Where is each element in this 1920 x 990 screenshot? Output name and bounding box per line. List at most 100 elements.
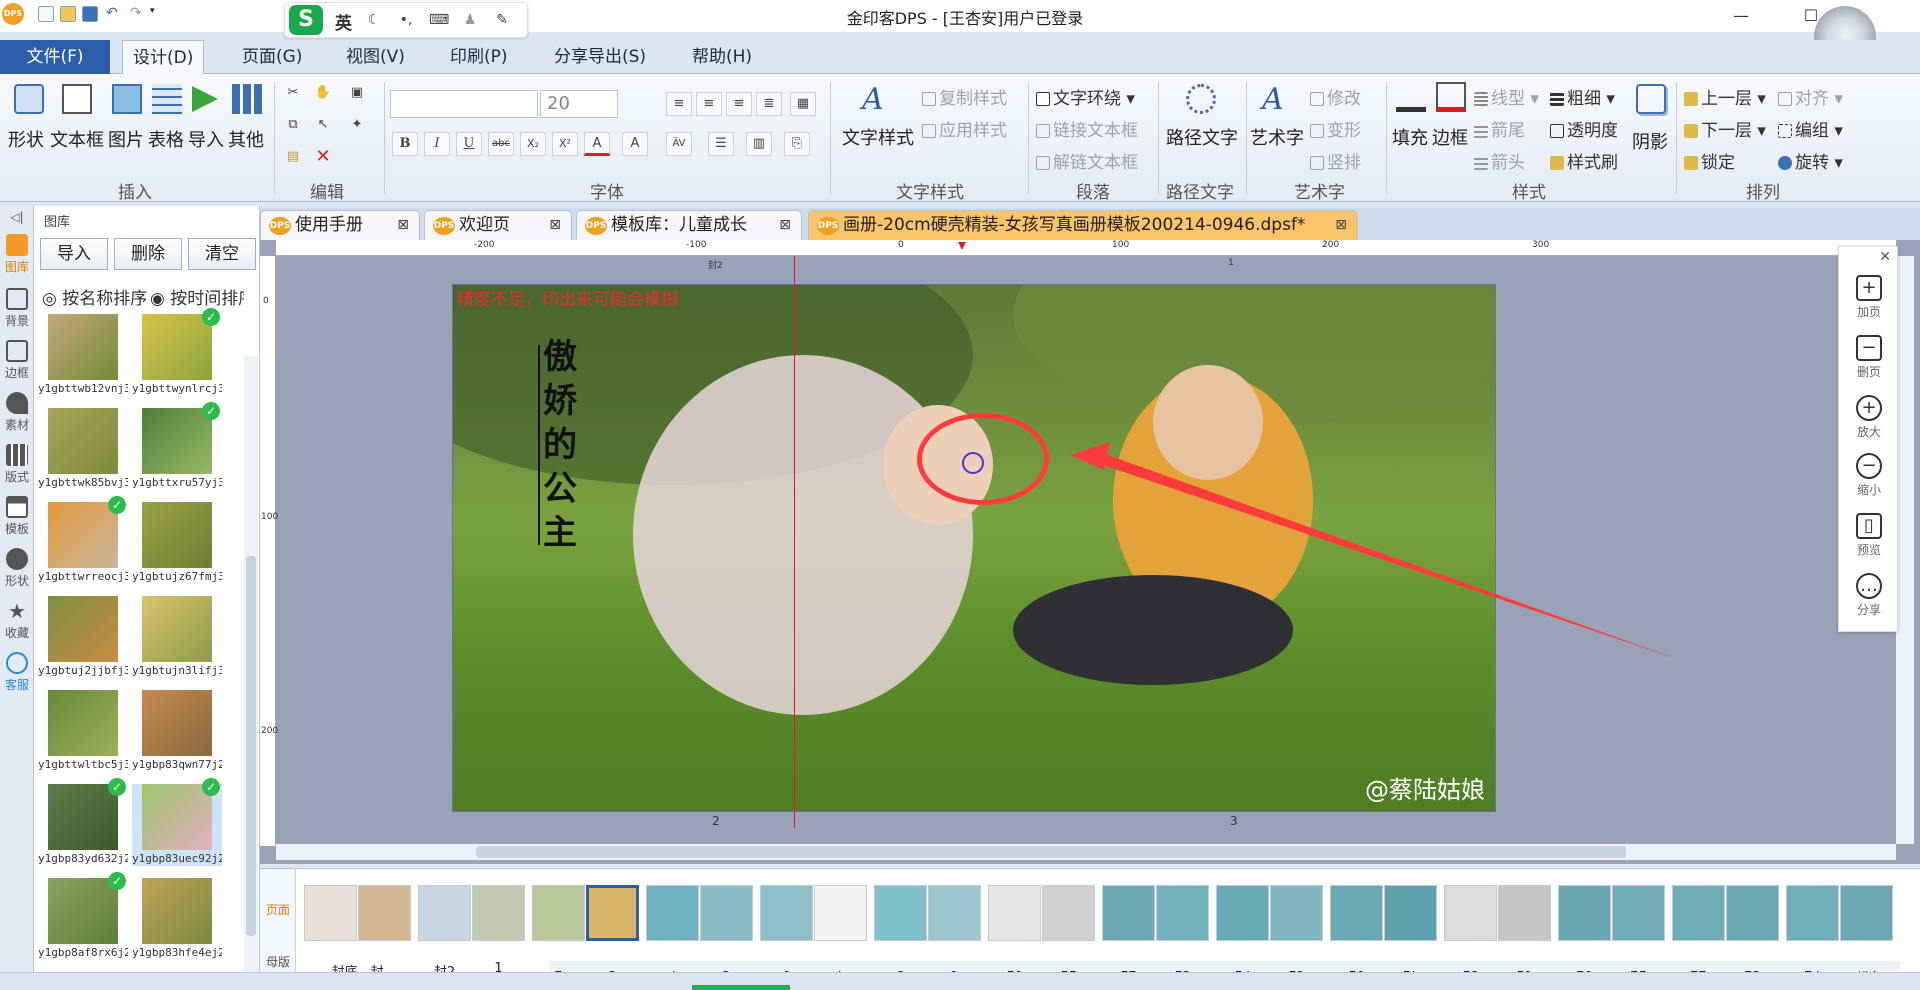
save-icon[interactable] — [82, 6, 98, 22]
page-thumb-right[interactable] — [358, 885, 411, 941]
sort-by-time-radio[interactable]: ◉ 按时间排序 — [150, 284, 244, 309]
insert-shape-button[interactable]: 形状 — [8, 126, 44, 152]
deform-button[interactable]: 变形 — [1310, 116, 1361, 141]
shape-icon[interactable] — [14, 84, 44, 114]
page-thumb-left[interactable] — [646, 885, 699, 941]
fill-button[interactable]: 填充 — [1392, 124, 1428, 150]
preview-button[interactable]: ▯ 预览 — [1839, 513, 1899, 558]
spread-thumbnail[interactable]: 89 — [874, 885, 982, 976]
tab-template-library[interactable]: DPS 模板库：儿童成长 ⊠ — [576, 210, 802, 240]
close-icon[interactable]: ⊠ — [1335, 211, 1347, 239]
columns-icon[interactable]: ▥ — [746, 132, 772, 156]
new-file-icon[interactable] — [38, 6, 54, 22]
rail-shape[interactable]: 形状 — [0, 548, 34, 589]
bold-button[interactable]: B — [392, 132, 418, 156]
add-page-button[interactable]: + 加页 — [1839, 275, 1899, 320]
page-thumb-right[interactable] — [700, 885, 753, 941]
gallery-thumbnail[interactable]: y1gbttwb12vnj3 — [38, 314, 128, 396]
zoom-out-button[interactable]: − 缩小 — [1839, 453, 1899, 498]
subscript-button[interactable]: X₂ — [520, 132, 546, 156]
page-thumb-right[interactable] — [1042, 885, 1095, 941]
align-left-icon[interactable]: ≡ — [666, 92, 692, 116]
gallery-thumbnail[interactable]: y1gbttwk85bvj3 — [38, 408, 128, 490]
page-thumb-left[interactable] — [418, 885, 471, 941]
link-textbox-button[interactable]: 链接文本框 — [1036, 116, 1138, 141]
import-arrow-icon[interactable] — [192, 86, 218, 112]
gallery-thumbnail[interactable]: y1gbtujn3lifj3 — [132, 596, 222, 678]
menu-design[interactable]: 设计(D) — [122, 40, 205, 74]
rail-material[interactable]: 素材 — [0, 392, 34, 433]
arrowtail-button[interactable]: 箭尾 — [1474, 116, 1525, 141]
rail-template[interactable]: 模板 — [0, 496, 34, 537]
rail-gallery[interactable]: 图库 — [0, 234, 34, 275]
spread-thumbnail[interactable]: 封底 - 封面 — [304, 885, 412, 990]
thickness-button[interactable]: 粗细 ▾ — [1550, 84, 1615, 109]
magic-icon[interactable]: ✦ — [344, 114, 370, 138]
close-icon[interactable]: ⊠ — [549, 211, 561, 239]
vertical-button[interactable]: 竖排 — [1310, 148, 1361, 173]
moon-icon[interactable]: ☾ — [365, 12, 383, 28]
ime-language-toggle[interactable]: 英 — [335, 9, 352, 34]
quick-access-dropdown-icon[interactable]: ▾ — [150, 6, 166, 22]
spread-thumbnail[interactable]: 2223 — [1672, 885, 1780, 976]
strip-master-tab[interactable]: 母版 — [262, 953, 294, 970]
highlight-icon[interactable]: A — [622, 132, 648, 156]
rotate-button[interactable]: 旋转 ▾ — [1778, 148, 1843, 173]
gallery-thumbnail[interactable]: y1gbtuj2jjbfj3 — [38, 596, 128, 678]
text-wrap-button[interactable]: 文字环绕 ▾ — [1036, 84, 1135, 109]
h-scroll-thumb[interactable] — [476, 846, 1626, 858]
page-thumb-right[interactable] — [472, 885, 525, 941]
page-thumb-right[interactable] — [1498, 885, 1551, 941]
copy-style-button[interactable]: 复制样式 — [922, 84, 1007, 109]
transparency-button[interactable]: 透明度 — [1550, 116, 1618, 141]
tab-user-manual[interactable]: DPS 使用手册 ⊠ — [260, 210, 420, 240]
menu-share-export[interactable]: 分享导出(S) — [544, 40, 656, 74]
spread-thumbnail[interactable]: 1819 — [1444, 885, 1552, 976]
border-button[interactable]: 边框 — [1432, 124, 1468, 150]
page-thumb-left[interactable] — [760, 885, 813, 941]
strikethrough-button[interactable]: abc — [488, 132, 514, 156]
shadow-icon[interactable] — [1636, 84, 1666, 114]
page-thumb-left[interactable] — [1330, 885, 1383, 941]
redo-icon[interactable]: ↷ — [130, 6, 146, 22]
unlink-textbox-button[interactable]: 解链文本框 — [1036, 148, 1138, 173]
font-color-icon[interactable]: A — [584, 132, 610, 156]
fill-icon[interactable] — [1396, 82, 1426, 112]
menu-print[interactable]: 印刷(P) — [440, 40, 518, 74]
file-menu[interactable]: 文件(F) — [0, 40, 110, 74]
tab-current-document[interactable]: DPS 画册-20cm硬壳精装-女孩写真画册模板200214-0946.dpsf*… — [808, 210, 1358, 240]
page-thumb-left[interactable] — [1558, 885, 1611, 941]
page-thumb-left[interactable] — [1672, 885, 1725, 941]
undo-icon[interactable]: ↶ — [106, 6, 122, 22]
align-right-icon[interactable]: ≡ — [726, 92, 752, 116]
line-spacing-icon[interactable]: ☰ — [708, 132, 734, 156]
linetype-button[interactable]: 线型 ▾ — [1474, 84, 1539, 109]
minimize-button[interactable]: — — [1726, 4, 1756, 28]
spread-thumbnail[interactable]: 45 — [646, 885, 754, 976]
arrowhead-button[interactable]: 箭头 — [1474, 148, 1525, 173]
strip-scrollbar[interactable] — [550, 961, 1900, 971]
textbox-icon[interactable] — [62, 84, 92, 114]
gallery-thumbnail[interactable]: y1gbp8af8rx6j2 ✓ — [38, 872, 128, 960]
rail-layout[interactable]: 版式 — [0, 444, 34, 485]
canvas-horizontal-scrollbar[interactable] — [276, 844, 1896, 860]
shadow-button[interactable]: 阴影 — [1632, 128, 1668, 154]
gallery-scrollbar[interactable] — [244, 356, 258, 988]
gallery-thumbnail[interactable]: y1gbp83hfe4ej2 — [132, 878, 222, 960]
image-icon[interactable] — [112, 84, 142, 114]
spread-thumbnail[interactable]: 67 — [760, 885, 868, 976]
copy-icon[interactable]: ⧉ — [280, 114, 306, 138]
page-thumb-right[interactable] — [1384, 885, 1437, 941]
apply-style-button[interactable]: 应用样式 — [922, 116, 1007, 141]
text-style-icon[interactable]: A — [862, 82, 892, 117]
table-icon[interactable] — [152, 84, 182, 114]
share-button[interactable]: … 分享 — [1839, 573, 1899, 618]
spread-thumbnail[interactable]: 24封3 — [1786, 885, 1894, 980]
close-icon[interactable]: ⊠ — [779, 211, 791, 239]
page-thumb-right[interactable] — [1840, 885, 1893, 941]
insert-image-button[interactable]: 图片 — [108, 126, 144, 152]
underline-button[interactable]: U — [456, 132, 482, 156]
spread-thumbnail[interactable]: 23 — [532, 885, 640, 976]
bring-forward-button[interactable]: 上一层 ▾ — [1684, 84, 1766, 109]
menu-help[interactable]: 帮助(H) — [682, 40, 762, 74]
